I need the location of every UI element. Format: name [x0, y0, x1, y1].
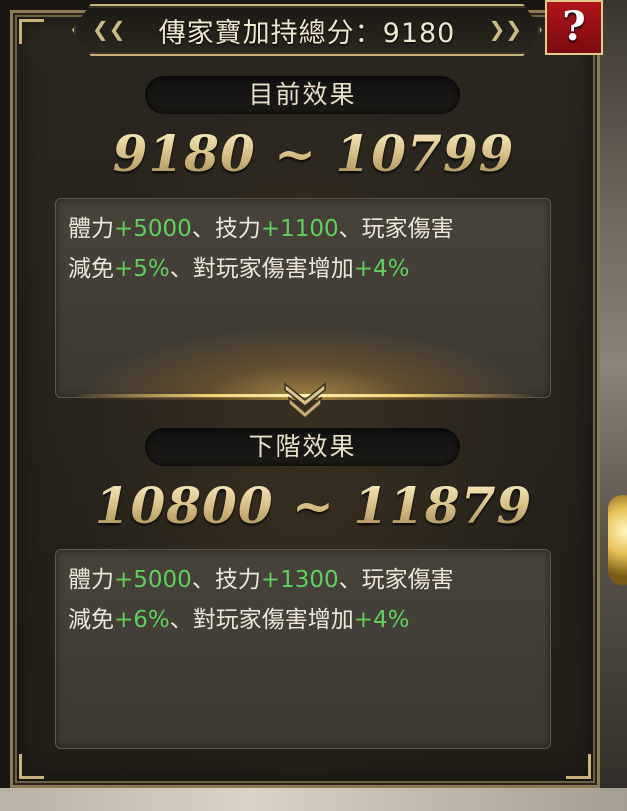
stat-value: +5000	[114, 216, 192, 242]
double-chevron-down-icon	[284, 382, 326, 419]
stat-value: +6%	[114, 607, 170, 633]
stat-label: 減免	[68, 256, 114, 282]
chevron-right-icon: ❯❯	[488, 17, 522, 41]
page-title: 傳家寶加持總分：9180	[159, 11, 456, 50]
current-effect-label: 目前效果	[145, 76, 460, 114]
effect-line: 減免+6%、對玩家傷害增加+4%	[68, 600, 550, 640]
stat-value: +4%	[353, 256, 410, 282]
title-separator: ：	[354, 17, 383, 49]
stat-label: 體力	[68, 216, 114, 242]
corner-ornament	[566, 754, 591, 779]
corner-ornament	[19, 754, 44, 779]
title-label: 傳家寶加持總分	[158, 17, 355, 49]
background-scene	[600, 0, 627, 811]
background-floor	[0, 788, 627, 811]
help-button[interactable]: ?	[545, 0, 603, 55]
stat-label: 、技力	[191, 567, 261, 593]
stat-value: +4%	[353, 607, 410, 633]
stat-value: +5%	[114, 256, 170, 282]
stat-label: 、技力	[191, 216, 261, 242]
total-score: 9180	[382, 17, 456, 49]
chevron-left-icon: ❮❮	[92, 17, 126, 41]
stat-value: +5000	[114, 567, 192, 593]
current-effect-box: 體力+5000、技力+1100、玩家傷害 減免+5%、對玩家傷害增加+4%	[55, 198, 551, 398]
title-banner: ❮❮ 傳家寶加持總分：9180 ❯❯	[72, 4, 542, 56]
stat-label: 、對玩家傷害增加	[169, 607, 354, 633]
stat-value: +1300	[260, 567, 339, 593]
stat-label: 、玩家傷害	[338, 216, 454, 242]
effect-line: 體力+5000、技力+1100、玩家傷害	[68, 209, 550, 249]
stat-label: 、玩家傷害	[338, 567, 454, 593]
stat-value: +1100	[260, 216, 339, 242]
stat-label: 體力	[68, 567, 114, 593]
effect-line: 減免+5%、對玩家傷害增加+4%	[68, 249, 550, 289]
stat-label: 、對玩家傷害增加	[169, 256, 354, 282]
current-score-range: 9180 ~ 10799	[0, 124, 627, 183]
next-effect-box: 體力+5000、技力+1300、玩家傷害 減免+6%、對玩家傷害增加+4%	[55, 549, 551, 749]
next-effect-label: 下階效果	[145, 428, 460, 466]
effect-line: 體力+5000、技力+1300、玩家傷害	[68, 560, 550, 600]
next-score-range: 10800 ~ 11879	[0, 476, 627, 535]
corner-ornament	[19, 19, 44, 44]
stat-label: 減免	[68, 607, 114, 633]
